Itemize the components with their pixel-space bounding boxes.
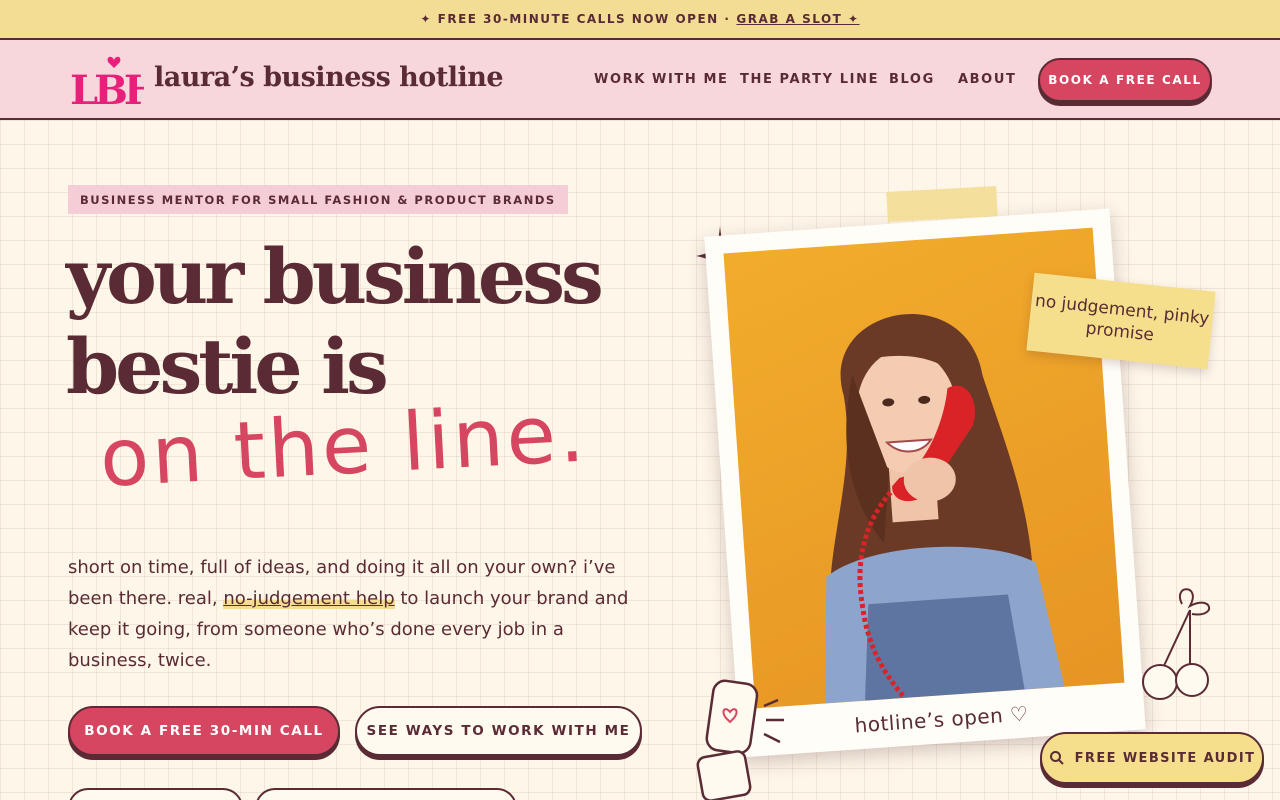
book-free-call-button[interactable]: BOOK A FREE CALL xyxy=(1038,58,1212,102)
nav-work-with-me[interactable]: WORK WITH ME xyxy=(594,72,728,87)
free-website-audit-button[interactable]: FREE WEBSITE AUDIT xyxy=(1040,732,1264,784)
partial-button-left[interactable] xyxy=(68,788,243,800)
nav-about[interactable]: ABOUT xyxy=(958,72,1016,87)
audit-label: FREE WEBSITE AUDIT xyxy=(1074,750,1256,766)
book-30-min-call-button[interactable]: BOOK A FREE 30-MIN CALL xyxy=(68,706,340,756)
flip-phone-icon xyxy=(696,679,784,800)
hero-headline: your business bestie is xyxy=(66,232,604,412)
nav-the-party-line[interactable]: THE PARTY LINE xyxy=(740,72,879,87)
search-icon xyxy=(1049,751,1064,765)
announcement-bar: ✦ FREE 30-MINUTE CALLS NOW OPEN · GRAB A… xyxy=(0,0,1280,40)
logo-mark[interactable]: LBH xyxy=(68,50,144,110)
brand-name[interactable]: laura’s business hotline xyxy=(154,62,504,93)
announcement-text: ✦ FREE 30-MINUTE CALLS NOW OPEN · xyxy=(420,12,731,26)
hero-description: short on time, full of ideas, and doing … xyxy=(68,552,648,676)
logo-letters: LBH xyxy=(70,67,144,110)
see-ways-to-work-button[interactable]: SEE WAYS TO WORK WITH ME xyxy=(355,706,642,756)
site-header: LBH laura’s business hotline WORK WITH M… xyxy=(0,40,1280,120)
no-judgement-highlight: no-judgement help xyxy=(223,588,395,609)
grab-a-slot-link[interactable]: GRAB A SLOT ✦ xyxy=(736,12,859,26)
headline-line-1: your business xyxy=(66,232,604,321)
partial-button-right[interactable] xyxy=(255,788,517,800)
nav-blog[interactable]: BLOG xyxy=(889,72,935,87)
tape-strip xyxy=(886,186,998,222)
eyebrow-tag: BUSINESS MENTOR FOR SMALL FASHION & PROD… xyxy=(68,185,568,214)
cherries-bow-icon xyxy=(1142,588,1211,700)
